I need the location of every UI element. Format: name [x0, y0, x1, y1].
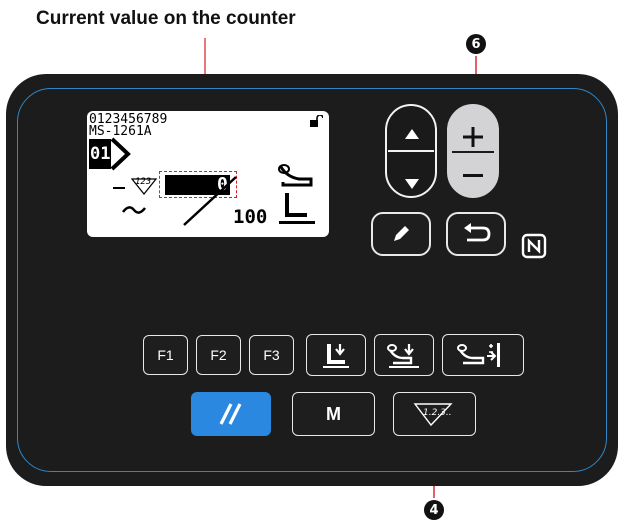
return-arrow-icon — [464, 223, 491, 242]
presser-foot-button[interactable] — [306, 334, 366, 376]
counter-adjust-icon — [457, 343, 500, 367]
pill-divider — [388, 150, 434, 152]
sewing-wave-icon — [122, 206, 146, 214]
f1-button[interactable]: F1 — [143, 335, 188, 375]
return-button[interactable] — [446, 212, 506, 256]
marker-4: 4 — [424, 500, 444, 520]
pattern-arrow-icon — [110, 137, 131, 171]
down-arrow-icon[interactable] — [404, 178, 420, 190]
thread-trim-button[interactable] — [374, 334, 434, 376]
counter-key-label: 1.2.3.. — [423, 408, 452, 418]
pattern-number: 01 — [90, 144, 111, 164]
lock-icon — [310, 115, 323, 127]
plus-icon[interactable] — [462, 126, 484, 148]
counter-button[interactable]: 1.2.3.. — [393, 392, 476, 436]
counter-label: 123 — [135, 177, 152, 187]
f3-button[interactable]: F3 — [249, 335, 294, 375]
pill-divider-2 — [452, 151, 494, 153]
caption-current-value: Current value on the counter — [36, 8, 296, 29]
marker-6: 6 — [466, 34, 486, 54]
mode-button[interactable]: M — [292, 392, 375, 436]
nfc-icon — [521, 233, 547, 259]
thread-trim-icon — [387, 344, 419, 368]
minus-icon[interactable] — [462, 173, 484, 179]
double-slash-icon — [219, 403, 242, 425]
counter-adjust-button[interactable] — [442, 334, 524, 376]
counter-triangle-icon: 1.2.3.. — [413, 403, 453, 427]
counter-total: 100 — [233, 206, 268, 228]
presser-foot-down-icon — [323, 344, 349, 368]
f2-button[interactable]: F2 — [196, 335, 241, 375]
lcd-screen: 0123456789 MS-1261A 01 123 0 100 — [87, 111, 329, 237]
presser-foot-icon — [278, 164, 315, 224]
counter-slash — [183, 176, 237, 226]
reset-button[interactable] — [191, 392, 271, 436]
pencil-icon — [394, 226, 409, 241]
edit-button[interactable] — [371, 212, 431, 256]
up-arrow-icon[interactable] — [404, 128, 420, 140]
pattern-underline — [113, 187, 125, 189]
